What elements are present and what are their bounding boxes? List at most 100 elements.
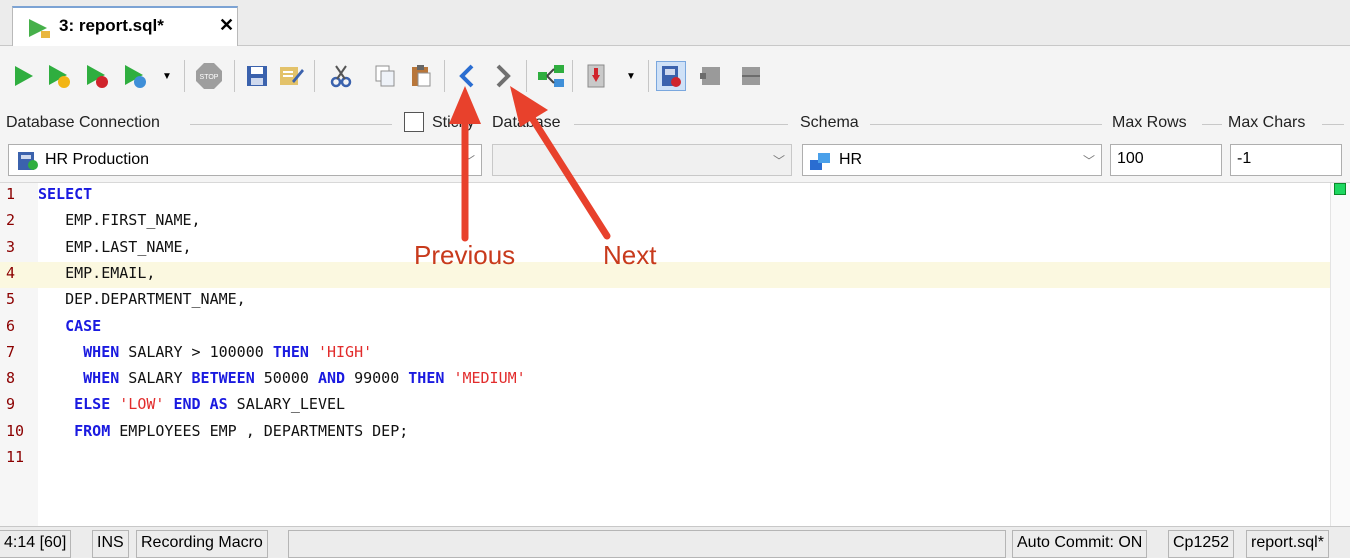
code-line-current[interactable]: 4 EMP.EMAIL, <box>0 261 1330 289</box>
code-text: EMP.LAST_NAME, <box>38 237 192 256</box>
code-line[interactable]: 6 CASE <box>0 315 1330 341</box>
chevron-down-icon: ﹀ <box>772 154 785 168</box>
panel-icon-2[interactable] <box>736 61 766 91</box>
line-number: 6 <box>6 316 16 335</box>
code-text: EMP.EMAIL, <box>38 263 156 282</box>
query-builder-icon[interactable] <box>536 61 566 91</box>
svg-text:STOP: STOP <box>200 74 219 81</box>
tab-report-sql[interactable]: 3: report.sql* ✕ <box>12 6 238 46</box>
status-marker-icon <box>1334 183 1346 195</box>
file-status: report.sql* <box>1246 530 1329 558</box>
code-line[interactable]: 1 SELECT <box>0 183 1330 209</box>
schema-value: HR <box>839 151 863 168</box>
close-icon[interactable]: ✕ <box>219 15 234 36</box>
line-number: 9 <box>6 395 16 414</box>
edit-icon[interactable] <box>276 61 306 91</box>
status-bar: 4:14 [60] INS Recording Macro Auto Commi… <box>0 526 1350 558</box>
database-connection-icon <box>17 151 39 176</box>
tab-label: 3: report.sql* <box>59 16 164 35</box>
group-divider <box>870 124 1102 125</box>
code-line[interactable]: 8 WHEN SALARY BETWEEN 50000 AND 99000 TH… <box>0 367 1330 393</box>
line-number: 4 <box>6 263 16 282</box>
database-connection-value: HR Production <box>45 151 150 168</box>
sql-editor[interactable]: 1 SELECT 2 EMP.FIRST_NAME, 3 EMP.LAST_NA… <box>0 182 1350 527</box>
code-line[interactable]: 9 ELSE 'LOW' END AS SALARY_LEVEL <box>0 393 1330 419</box>
toolbar-separator <box>572 60 573 92</box>
copy-icon[interactable] <box>370 61 400 91</box>
database-connection-select[interactable]: HR Production ﹀ <box>8 144 482 176</box>
code-text: FROM EMPLOYEES EMP , DEPARTMENTS DEP; <box>74 421 409 440</box>
code-line[interactable]: 3 EMP.LAST_NAME, <box>0 236 1330 262</box>
line-number: 11 <box>6 448 25 466</box>
cut-icon[interactable] <box>326 61 356 91</box>
cursor-position: 4:14 [60] <box>0 530 72 558</box>
code-text: WHEN SALARY > 100000 THEN 'HIGH' <box>83 342 373 361</box>
export-dropdown-icon[interactable]: ▼ <box>624 61 638 91</box>
run-icon[interactable] <box>8 61 38 91</box>
line-number: 8 <box>6 369 16 388</box>
line-number: 7 <box>6 342 16 361</box>
schema-select[interactable]: HR ﹀ <box>802 144 1102 176</box>
database-label: Database <box>492 114 567 132</box>
max-chars-input[interactable]: -1 <box>1230 144 1342 176</box>
group-divider <box>1202 124 1222 125</box>
code-line[interactable]: 7 WHEN SALARY > 100000 THEN 'HIGH' <box>0 341 1330 367</box>
toolbar-separator <box>444 60 445 92</box>
database-connection-label: Database Connection <box>6 114 166 132</box>
paste-icon[interactable] <box>406 61 436 91</box>
previous-icon[interactable] <box>452 61 482 91</box>
max-chars-label: Max Chars <box>1228 114 1312 132</box>
sticky-checkbox[interactable] <box>404 112 424 132</box>
code-line[interactable]: 5 DEP.DEPARTMENT_NAME, <box>0 288 1330 314</box>
toolbar-separator <box>648 60 649 92</box>
toolbar-separator <box>526 60 527 92</box>
run-dropdown-icon[interactable]: ▼ <box>160 61 174 91</box>
toolbar-separator <box>184 60 185 92</box>
stop-run-icon[interactable] <box>82 61 112 91</box>
code-text: SELECT <box>38 185 93 203</box>
group-divider <box>190 124 392 125</box>
toolbar: ▼ STOP ▼ <box>0 46 1350 106</box>
auto-commit-status[interactable]: Auto Commit: ON <box>1012 530 1148 558</box>
chevron-down-icon: ﹀ <box>1082 154 1095 168</box>
vertical-scrollbar[interactable] <box>1330 183 1350 527</box>
tab-bar: 3: report.sql* ✕ <box>0 0 1350 46</box>
sql-file-icon <box>27 17 51 44</box>
max-rows-input[interactable]: 100 <box>1110 144 1222 176</box>
schema-icon <box>809 151 833 176</box>
status-spacer <box>288 530 1006 558</box>
annotation-next-label: Next <box>603 240 657 270</box>
code-line[interactable]: 11 <box>0 446 1330 472</box>
code-text: WHEN SALARY BETWEEN 50000 AND 99000 THEN… <box>83 369 526 388</box>
stop-icon[interactable]: STOP <box>194 61 224 91</box>
layout-icon[interactable] <box>656 61 686 91</box>
sticky-label: Sticky <box>432 114 481 132</box>
annotation-previous-label: Previous <box>414 240 516 270</box>
run-current-icon[interactable] <box>44 61 74 91</box>
schema-label: Schema <box>800 114 865 132</box>
encoding-status[interactable]: Cp1252 <box>1168 530 1235 558</box>
line-number: 1 <box>6 185 16 203</box>
code-line[interactable]: 10 FROM EMPLOYEES EMP , DEPARTMENTS DEP; <box>0 420 1330 446</box>
panel-icon[interactable] <box>696 61 726 91</box>
database-select[interactable]: ﹀ <box>492 144 792 176</box>
code-text: DEP.DEPARTMENT_NAME, <box>38 290 246 309</box>
insert-mode[interactable]: INS <box>92 530 129 558</box>
max-rows-label: Max Rows <box>1112 114 1193 132</box>
code-text: CASE <box>65 316 102 335</box>
code-text: EMP.FIRST_NAME, <box>38 211 201 230</box>
line-number: 5 <box>6 290 16 309</box>
line-number: 2 <box>6 211 16 230</box>
line-number: 10 <box>6 421 25 440</box>
chevron-down-icon: ﹀ <box>462 154 475 168</box>
export-icon[interactable] <box>582 61 612 91</box>
code-text: ELSE 'LOW' END AS SALARY_LEVEL <box>74 395 346 414</box>
next-icon[interactable] <box>488 61 518 91</box>
recording-macro: Recording Macro <box>136 530 268 558</box>
connection-panel: Database Connection Sticky Database Sche… <box>0 106 1350 182</box>
code-line[interactable]: 2 EMP.FIRST_NAME, <box>0 209 1330 235</box>
save-icon[interactable] <box>242 61 272 91</box>
toolbar-separator <box>234 60 235 92</box>
toolbar-separator <box>314 60 315 92</box>
explain-plan-icon[interactable] <box>120 61 150 91</box>
